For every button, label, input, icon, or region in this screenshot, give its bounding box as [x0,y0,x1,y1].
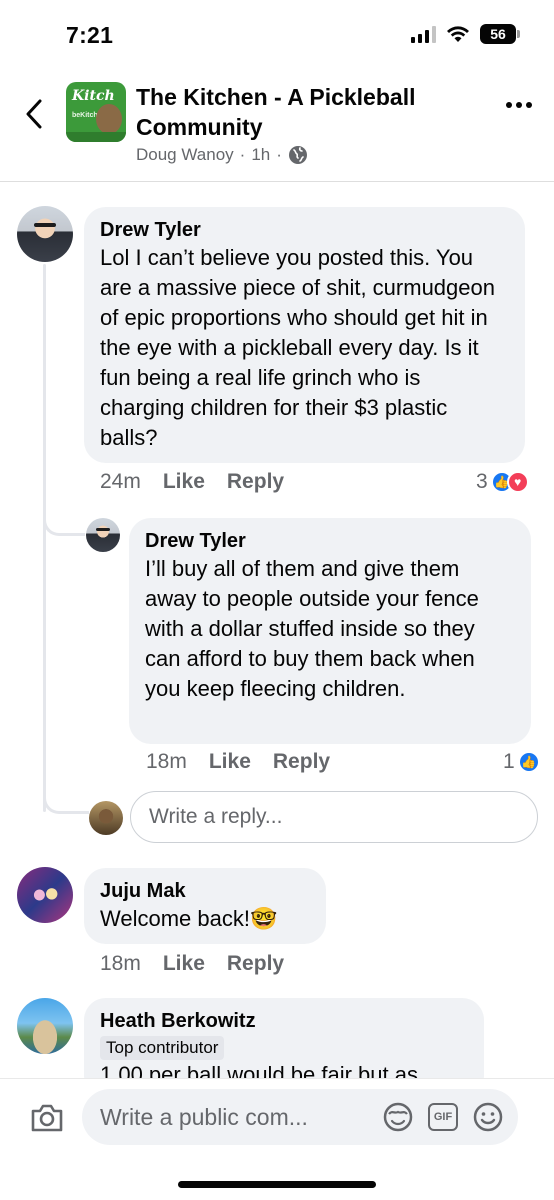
post-author[interactable]: Doug Wanoy [136,145,234,165]
comment-time[interactable]: 24m [100,470,141,494]
thread-line [43,264,46,812]
back-button[interactable] [18,94,50,134]
reaction-count: 3 [476,470,488,493]
public-comment-input[interactable]: Write a public com... GIF [82,1089,518,1145]
camera-icon [31,1104,63,1132]
reaction-summary[interactable]: 3 👍 ♥ [476,470,529,494]
comment-bubble[interactable]: Juju Mak Welcome back!🤓 [84,868,326,944]
composer-icons: GIF [382,1089,504,1145]
group-name[interactable]: The Kitchen - A Pickleball Community [136,82,476,142]
battery-icon: 56 [480,24,520,44]
group-logo[interactable]: Kitch beKitchn [66,82,126,142]
reply-input-connector [43,790,89,814]
reply-button[interactable]: Reply [227,952,284,976]
comment-author[interactable]: Heath Berkowitz [100,1008,468,1034]
post-header: Kitch beKitchn The Kitchen - A Picklebal… [0,72,554,182]
comment-time[interactable]: 18m [146,750,187,774]
like-button[interactable]: Like [163,952,205,976]
reply-input-placeholder: Write a reply... [149,805,283,828]
comment-bubble[interactable]: Drew Tyler Lol I can’t believe you poste… [84,207,525,463]
meta-separator: · [239,145,246,164]
comment-actions: 24m Like Reply [100,470,306,494]
comment-actions: 18m Like Reply [146,750,352,774]
avatar[interactable] [17,867,73,923]
reply-button[interactable]: Reply [227,470,284,494]
comment-text: Welcome back!🤓 [100,906,278,931]
comment-text: I’ll buy all of them and give them away … [145,556,479,701]
home-indicator[interactable] [178,1181,376,1188]
comment-author[interactable]: Juju Mak [100,878,310,904]
comment-author[interactable]: Drew Tyler [145,528,515,554]
current-user-avatar [89,801,123,835]
reaction-summary[interactable]: 1 👍 [503,750,540,774]
comment-bubble[interactable]: Drew Tyler I’ll buy all of them and give… [129,518,531,744]
status-bar: 7:21 56 [0,0,554,72]
globe-icon [288,146,307,164]
reply-input[interactable]: Write a reply... [130,791,538,843]
comment-text: Lol I can’t believe you posted this. You… [100,245,495,450]
meta-separator-2: · [276,145,282,164]
status-time: 7:21 [66,22,114,48]
comment-author[interactable]: Drew Tyler [100,217,509,243]
avatar-sticker-icon[interactable] [382,1101,414,1133]
status-icons: 56 [411,24,520,44]
post-meta: Doug Wanoy · 1h · [136,145,308,165]
reply-button[interactable]: Reply [273,750,330,774]
wifi-icon [447,26,469,42]
thumbs-up-icon: 👍 [517,751,540,773]
emoji-icon[interactable] [472,1101,504,1133]
gif-button[interactable]: GIF [428,1103,458,1131]
cellular-signal-icon [411,25,436,43]
more-options-button[interactable] [506,102,532,108]
reply-connector [43,500,85,536]
comment-time[interactable]: 18m [100,952,141,976]
scrolled-content-edge [0,182,554,186]
battery-level: 56 [490,26,506,42]
post-time: 1h [251,145,271,164]
chevron-left-icon [26,99,42,129]
avatar[interactable] [17,998,73,1054]
like-button[interactable]: Like [163,470,205,494]
logo-text: Kitch [72,88,115,104]
heart-icon: ♥ [506,471,529,493]
top-contributor-badge: Top contributor [100,1036,225,1060]
avatar[interactable] [86,518,120,552]
comment-actions: 18m Like Reply [100,952,306,976]
comment-composer: Write a public com... GIF [0,1078,554,1200]
composer-placeholder: Write a public com... [100,1103,308,1130]
avatar[interactable] [17,206,73,262]
reaction-count: 1 [503,750,515,773]
like-button[interactable]: Like [209,750,251,774]
camera-button[interactable] [28,1099,66,1137]
